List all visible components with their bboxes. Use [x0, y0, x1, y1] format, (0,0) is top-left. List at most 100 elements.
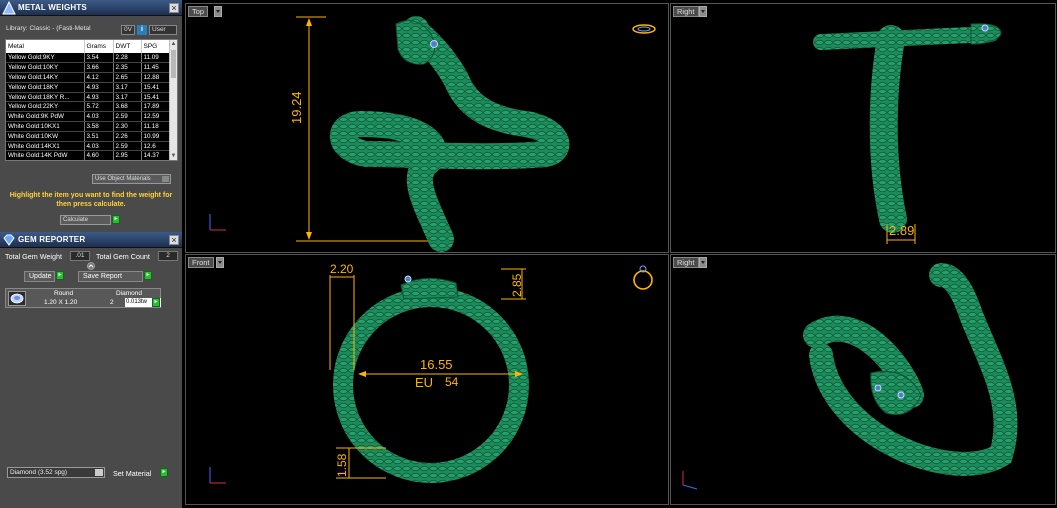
use-object-materials-dropdown[interactable]: Use Object Materials: [92, 174, 171, 184]
table-cell: Yellow Gold:14KY: [6, 72, 85, 83]
head-dimension: 2.85: [510, 273, 524, 297]
gem-size: 1.20 X 1.20: [44, 299, 78, 306]
table-cell: 11.45: [141, 62, 172, 74]
ring-size-label: EU: [415, 375, 434, 390]
chevron-down-icon[interactable]: [699, 6, 707, 17]
chevron-down-icon[interactable]: [216, 257, 224, 268]
update-go-button[interactable]: ▸: [56, 271, 64, 280]
collapse-icon[interactable]: [87, 262, 95, 270]
viewport-top-label[interactable]: Top: [188, 6, 209, 17]
table-cell: Yellow Gold:18KY R...: [6, 92, 85, 103]
table-cell: Yellow Gold:10KY: [6, 62, 85, 74]
table-row[interactable]: White Gold:10KX1 3.58 2.30 11.18: [6, 121, 172, 132]
table-row[interactable]: Yellow Gold:10KY 3.66 2.35 11.45: [6, 62, 172, 74]
table-row[interactable]: Yellow Gold:18KY R... 4.93 3.17 15.41: [6, 92, 172, 103]
table-cell: 3.51: [84, 131, 114, 142]
table-row[interactable]: Yellow Gold:14KY 4.12 2.65 12.88: [6, 72, 172, 83]
table-cell: White Gold:10KX1: [6, 121, 85, 132]
viewport-top[interactable]: Top 19.24: [185, 3, 669, 253]
scroll-down-icon[interactable]: ▼: [170, 152, 177, 160]
table-cell: 12.59: [141, 111, 172, 123]
total-gem-weight-label: Total Gem Weight: [5, 252, 62, 261]
total-gem-count-label: Total Gem Count: [96, 252, 150, 261]
column-header[interactable]: Metal: [6, 40, 85, 53]
metal-weights-panel: METAL WEIGHTS × Library: Classic - (Fast…: [0, 0, 182, 508]
table-row[interactable]: White Gold:14KX1 4.03 2.59 12.6: [6, 141, 172, 152]
table-cell: 3.66: [84, 62, 114, 74]
table-cell: White Gold:10KW: [6, 131, 85, 142]
table-cell: 4.12: [84, 72, 114, 83]
gem-list-item[interactable]: Round Diamond 1.20 X 1.20 2 0.013tw: [5, 288, 161, 308]
chevron-down-icon[interactable]: [699, 257, 707, 268]
set-material-button[interactable]: ▸: [160, 468, 168, 477]
table-row[interactable]: White Gold:10KW 3.51 2.26 10.99: [6, 131, 172, 142]
table-cell: 10.99: [141, 131, 172, 142]
table-scrollbar[interactable]: ▲ ▼: [169, 40, 177, 160]
info-icon[interactable]: i: [137, 25, 147, 35]
chevron-down-icon[interactable]: [214, 6, 222, 17]
metal-weights-table[interactable]: Metal Grams DWT SPG Yellow Gold:9KY 3.54 2.28…: [5, 39, 178, 161]
viewport-right-top[interactable]: Right 2.89: [670, 3, 1056, 253]
viewport-right-top-label[interactable]: Right: [673, 6, 699, 17]
viewport-right-bottom[interactable]: Right: [670, 254, 1056, 505]
chevron-down-icon: [95, 469, 103, 476]
snake-ring-side-view: [813, 23, 1002, 244]
save-report-label: Save Report: [83, 273, 122, 280]
table-cell: 15.41: [141, 92, 172, 103]
table-cell: 2.95: [113, 150, 142, 160]
table-cell: White Gold:14KX1: [6, 141, 85, 152]
table-row[interactable]: Yellow Gold:22KY 5.72 3.68 17.89: [6, 101, 172, 113]
user-dropdown[interactable]: User: [149, 25, 177, 35]
gem-shape: Round: [54, 290, 74, 297]
table-row[interactable]: Yellow Gold:18KY 4.93 3.17 15.41: [6, 82, 172, 93]
viewport-front-label[interactable]: Front: [188, 257, 214, 268]
calculate-field[interactable]: Calculate: [60, 215, 111, 225]
table-cell: 5.72: [84, 101, 114, 113]
close-icon[interactable]: ×: [169, 235, 179, 245]
table-cell: Yellow Gold:18KY: [6, 82, 85, 93]
axis-gizmo-icon: [682, 471, 698, 490]
update-label: Update: [29, 273, 52, 280]
bottom-dimension: 1.58: [335, 453, 349, 477]
material-select[interactable]: Diamond (3.52 spg): [7, 467, 105, 478]
save-report-go-button[interactable]: ▸: [144, 271, 152, 280]
ring-front-thumbnail-icon: [633, 265, 653, 290]
column-header[interactable]: Grams: [84, 40, 114, 53]
viewport-right-bottom-label[interactable]: Right: [673, 257, 699, 268]
table-row[interactable]: Yellow Gold:9KY 3.54 2.28 11.09: [6, 53, 172, 64]
axis-gizmo-icon: [209, 467, 226, 484]
scroll-thumb[interactable]: [171, 50, 176, 78]
table-cell: 3.17: [113, 82, 142, 93]
material-select-value: Diamond (3.52 spg): [10, 469, 68, 476]
table-row[interactable]: White Gold:14K PdW 4.60 2.95 14.37: [6, 150, 172, 160]
table-cell: 3.58: [84, 121, 114, 132]
table-cell: 3.68: [113, 101, 142, 113]
table-cell: 4.03: [84, 111, 114, 123]
table-cell: 3.54: [84, 53, 114, 64]
round-gem-icon: [8, 291, 26, 306]
ring-size-value: 54: [445, 375, 459, 389]
calculate-label: Calculate: [63, 217, 89, 223]
metal-weights-title: METAL WEIGHTS: [18, 3, 87, 12]
metal-weights-logo-icon: [2, 1, 16, 15]
scroll-up-icon[interactable]: ▲: [170, 40, 177, 48]
calculate-button[interactable]: ▸: [112, 215, 120, 224]
close-icon[interactable]: ×: [169, 3, 179, 13]
column-header[interactable]: SPG: [141, 40, 172, 53]
calculate-hint: Highlight the item you want to find the …: [9, 192, 173, 208]
gem-select-button[interactable]: ▸: [152, 298, 160, 307]
table-cell: 4.93: [84, 82, 114, 93]
table-row[interactable]: White Gold:9K PdW 4.03 2.59 12.59: [6, 111, 172, 123]
gem-reporter-title: GEM REPORTER: [18, 235, 86, 244]
use-object-materials-label: Use Object Materials: [95, 176, 151, 182]
table-cell: 2.59: [113, 141, 142, 152]
unit-dropdown[interactable]: 0V: [121, 25, 135, 35]
gem-type: Diamond: [116, 290, 143, 297]
update-button[interactable]: Update: [24, 271, 55, 282]
save-report-button[interactable]: Save Report: [78, 271, 143, 282]
gem-count: 2: [110, 299, 114, 306]
table-cell: 17.89: [141, 101, 172, 113]
gem-reporter-logo-icon: [3, 234, 15, 246]
column-header[interactable]: DWT: [113, 40, 142, 53]
viewport-front[interactable]: Front 2.20 2.85 16.55 EU 54 1.58: [185, 254, 669, 505]
